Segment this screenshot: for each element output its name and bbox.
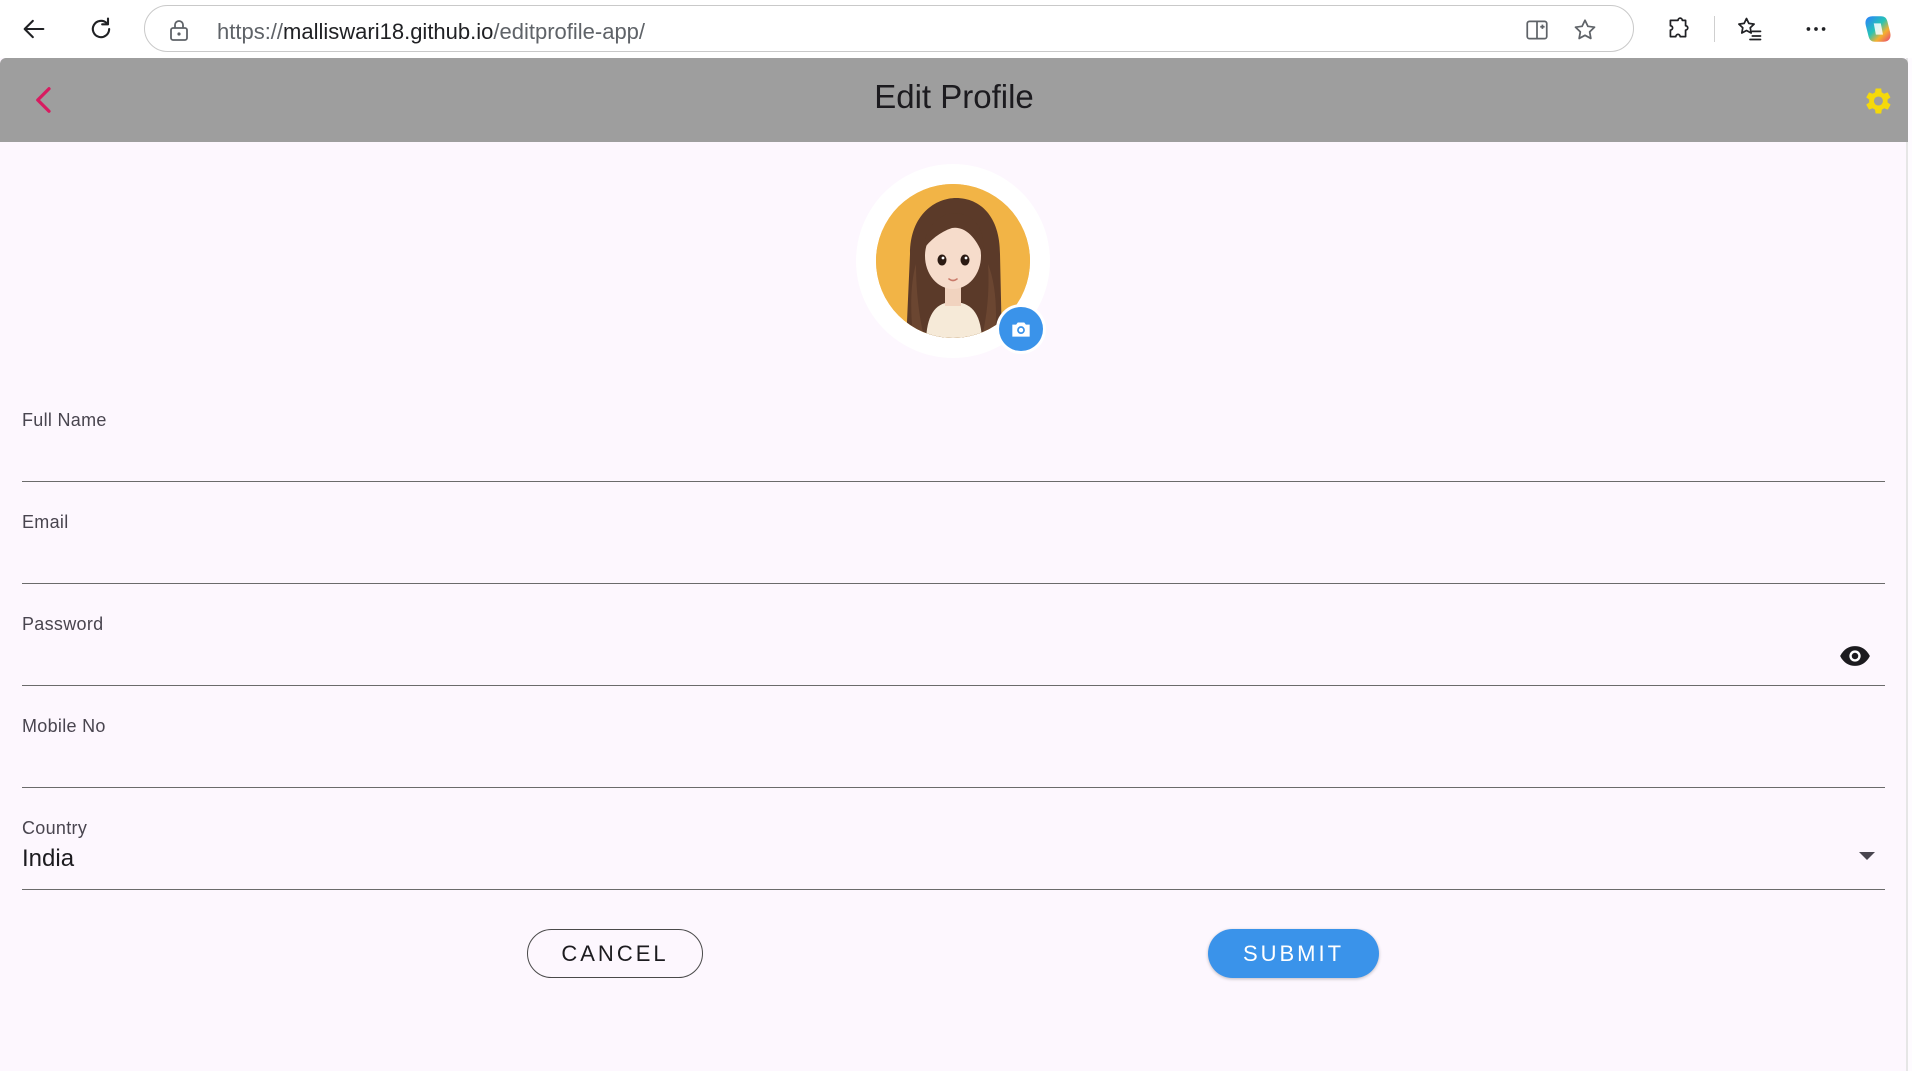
split-screen-icon xyxy=(1526,20,1548,40)
eye-icon xyxy=(1840,646,1870,666)
refresh-icon xyxy=(91,17,111,39)
email-label: Email xyxy=(22,512,69,532)
settings-button[interactable] xyxy=(1856,80,1898,122)
browser-refresh-button[interactable] xyxy=(77,9,125,49)
full-name-label: Full Name xyxy=(22,410,107,430)
email-field[interactable]: Email xyxy=(22,512,1885,584)
url-scheme: https:// xyxy=(217,19,284,44)
password-input[interactable] xyxy=(22,640,1825,682)
page-title: Edit Profile xyxy=(874,78,1034,115)
toggle-password-visibility-button[interactable] xyxy=(1835,638,1875,674)
submit-button[interactable]: SUBMIT xyxy=(1208,929,1379,978)
address-bar[interactable]: https://malliswari18.github.io/editprofi… xyxy=(144,5,1634,52)
dropdown-arrow-icon[interactable] xyxy=(1859,852,1875,860)
avatar-container xyxy=(856,164,1050,358)
camera-badge xyxy=(999,307,1043,351)
country-selected-value: India xyxy=(22,845,75,872)
mobile-field[interactable]: Mobile No xyxy=(22,716,1885,788)
browser-back-button[interactable] xyxy=(10,9,58,49)
browser-toolbar: https://malliswari18.github.io/editprofi… xyxy=(0,0,1912,58)
toolbar-divider xyxy=(1714,16,1715,42)
copilot-button[interactable] xyxy=(1856,9,1900,49)
star-icon xyxy=(1574,19,1596,40)
mobile-input[interactable] xyxy=(22,742,1885,784)
camera-icon xyxy=(1012,322,1030,337)
url-path: /editprofile-app/ xyxy=(493,19,646,44)
favorites-list-icon xyxy=(1738,17,1762,41)
puzzle-icon xyxy=(1669,17,1689,38)
full-name-field[interactable]: Full Name xyxy=(22,410,1885,482)
more-dots-icon xyxy=(1806,27,1826,31)
email-input[interactable] xyxy=(22,538,1885,580)
favorites-button[interactable] xyxy=(1728,9,1772,49)
country-select[interactable]: Country India xyxy=(22,818,1885,890)
change-photo-button[interactable] xyxy=(996,304,1046,354)
favorite-button[interactable] xyxy=(1565,14,1605,46)
full-name-input[interactable] xyxy=(22,436,1885,478)
lock-icon[interactable] xyxy=(169,18,189,47)
country-label: Country xyxy=(22,818,88,838)
edit-profile-app: Edit Profile Full Name Email Password Mo… xyxy=(0,58,1908,1071)
url-host: malliswari18.github.io xyxy=(283,19,494,44)
split-screen-button[interactable] xyxy=(1517,14,1557,46)
arrow-left-icon xyxy=(23,19,45,39)
url-text: https://malliswari18.github.io/editprofi… xyxy=(217,19,645,45)
app-bar: Edit Profile xyxy=(0,58,1908,142)
gear-icon xyxy=(1866,88,1891,114)
copilot-icon xyxy=(1865,16,1891,42)
mobile-label: Mobile No xyxy=(22,716,106,736)
more-button[interactable] xyxy=(1794,9,1838,49)
cancel-button[interactable]: CANCEL xyxy=(527,929,703,978)
password-label: Password xyxy=(22,614,104,634)
password-field[interactable]: Password xyxy=(22,614,1885,686)
extensions-button[interactable] xyxy=(1656,9,1700,49)
